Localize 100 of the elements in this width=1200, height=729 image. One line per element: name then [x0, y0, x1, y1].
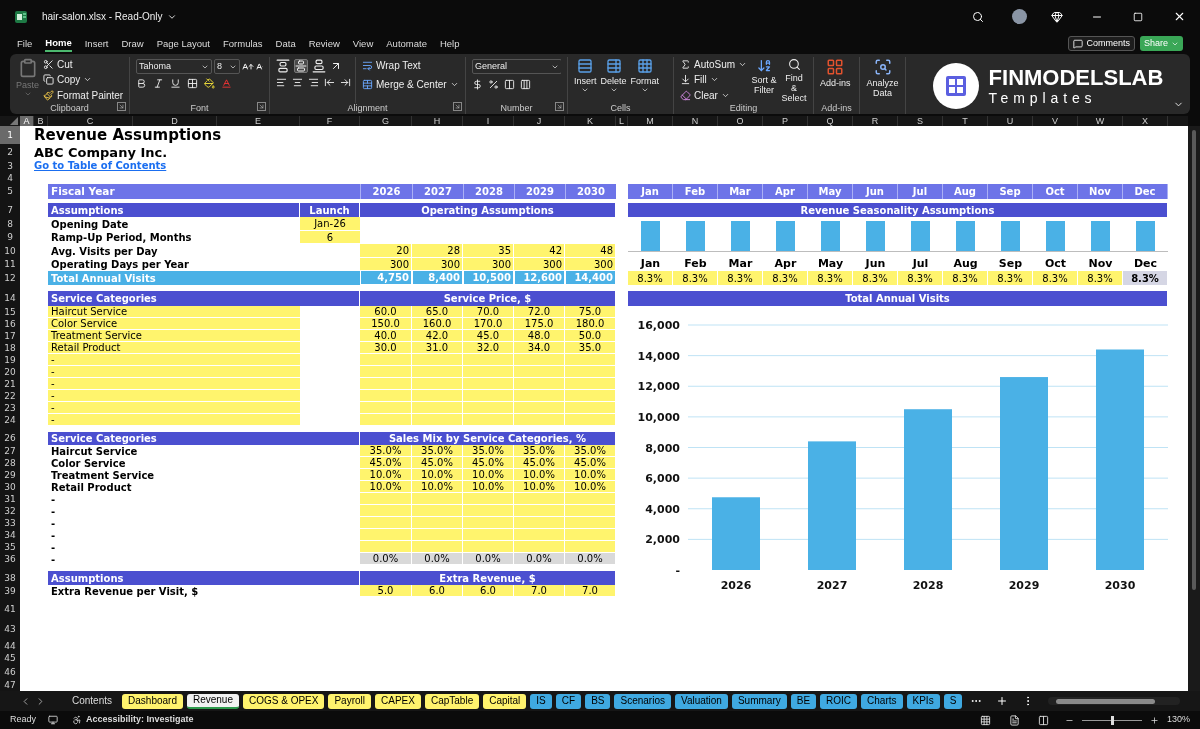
page-layout-icon[interactable] [1008, 714, 1020, 726]
search-icon[interactable] [972, 10, 984, 23]
menu-tab[interactable]: Data [275, 35, 296, 52]
avatar-icon[interactable] [1012, 9, 1027, 24]
horizontal-scrollbar[interactable] [1048, 697, 1180, 705]
zoom-level[interactable]: 130% [1166, 713, 1190, 727]
row-header[interactable]: 3 [0, 160, 20, 172]
row-header[interactable]: 45 [0, 652, 20, 664]
dialog-launcher-icon[interactable] [555, 102, 564, 111]
sheet-tab[interactable]: CAPEX [375, 693, 421, 709]
row-header[interactable]: 30 [0, 481, 20, 493]
menu-tab[interactable]: Formulas [223, 35, 263, 52]
row-header[interactable]: 11 [0, 258, 20, 271]
row-header[interactable]: 44 [0, 640, 20, 652]
row-header[interactable]: 18 [0, 342, 20, 354]
row-header[interactable]: 5 [0, 184, 20, 199]
row-header[interactable]: 27 [0, 445, 20, 457]
vertical-align-icon[interactable] [276, 59, 290, 73]
autosum-button[interactable]: AutoSum [680, 57, 748, 73]
sheet-tab[interactable]: Scenarios [614, 693, 671, 709]
sheet-tab[interactable]: CapTable [424, 693, 480, 709]
font-size-select[interactable]: 8 [214, 59, 240, 74]
sheet-tab[interactable]: Valuation [674, 693, 728, 709]
dialog-launcher-icon[interactable] [117, 102, 126, 111]
cells-button[interactable]: Format [630, 57, 660, 103]
page-break-icon[interactable] [1037, 714, 1049, 726]
number-format-select[interactable]: General [472, 59, 561, 74]
zoom-in-icon[interactable] [1149, 715, 1159, 725]
sheet-tab[interactable]: Summary [731, 693, 787, 709]
close-icon[interactable] [1173, 10, 1186, 23]
contents-link[interactable]: Go to Table of Contents [34, 160, 616, 172]
row-header[interactable]: 33 [0, 517, 20, 529]
dialog-launcher-icon[interactable] [453, 102, 462, 111]
row-header[interactable]: 20 [0, 366, 20, 378]
row-header[interactable]: 34 [0, 529, 20, 541]
sheet-tab[interactable]: CF [555, 693, 582, 709]
sheet-tab[interactable]: Dashboard [122, 693, 183, 709]
row-header[interactable]: 31 [0, 493, 20, 505]
row-header[interactable]: 28 [0, 457, 20, 469]
find-select-button[interactable]: Find & Select [781, 57, 807, 103]
sort-filter-button[interactable]: Sort & Filter [751, 57, 778, 103]
vertical-scrollbar[interactable] [1188, 126, 1200, 691]
row-header[interactable]: 36 [0, 553, 20, 565]
row-header[interactable]: 46 [0, 664, 20, 680]
sheet-tab[interactable]: ROIC [820, 693, 858, 709]
row-header[interactable]: 41 [0, 601, 20, 618]
row-header[interactable]: 26 [0, 432, 20, 445]
row-header[interactable]: 23 [0, 402, 20, 414]
macro-icon[interactable] [48, 715, 58, 725]
row-header[interactable]: 22 [0, 390, 20, 402]
zoom-thumb[interactable] [1110, 715, 1114, 725]
row-header[interactable]: 8 [0, 217, 20, 231]
font-family-select[interactable]: Tahoma [136, 59, 212, 74]
row-header[interactable]: 38 [0, 571, 20, 585]
sheet-tab[interactable]: S [943, 693, 963, 709]
menu-tab[interactable]: Page Layout [156, 35, 210, 52]
comments-button[interactable]: Comments [1068, 36, 1135, 51]
add-sheet-icon[interactable] [996, 695, 1009, 707]
menu-tab[interactable]: Help [439, 35, 460, 52]
fill-button[interactable]: Fill [680, 72, 748, 88]
cut-button[interactable]: Cut [43, 57, 123, 73]
menu-tab[interactable]: File [17, 35, 33, 52]
sheet-tab[interactable]: Contents [66, 693, 119, 709]
sheet-tab[interactable]: COGS & OPEX [243, 693, 325, 709]
row-header[interactable]: 16 [0, 318, 20, 330]
clear-button[interactable]: Clear [680, 87, 748, 103]
row-header[interactable]: 32 [0, 505, 20, 517]
menu-tab[interactable]: Review [308, 35, 340, 52]
row-header[interactable]: 7 [0, 203, 20, 217]
row-header[interactable]: 10 [0, 244, 20, 258]
cells-button[interactable]: Delete [600, 57, 627, 103]
row-header[interactable]: 24 [0, 414, 20, 426]
menu-tab[interactable]: Automate [386, 35, 427, 52]
sheet-tab[interactable]: BS [585, 693, 611, 709]
sheet-tab[interactable]: Revenue [186, 693, 239, 709]
sheet-tab[interactable]: KPIs [906, 693, 940, 709]
sheet-tab[interactable]: Capital [483, 693, 527, 709]
menu-tab[interactable]: Insert [84, 35, 109, 52]
row-header[interactable]: 2 [0, 144, 20, 160]
dialog-launcher-icon[interactable] [257, 102, 266, 111]
sheet-tab[interactable]: Payroll [328, 693, 372, 709]
normal-view-icon[interactable] [979, 714, 991, 726]
row-header[interactable]: 43 [0, 618, 20, 640]
add-ins-button[interactable]: Add-ins [820, 57, 851, 103]
row-header[interactable]: 15 [0, 306, 20, 318]
row-header[interactable]: 17 [0, 330, 20, 342]
row-header[interactable]: 39 [0, 585, 20, 597]
sheet-tab[interactable]: BE [790, 693, 817, 709]
menu-tab[interactable]: Draw [121, 35, 144, 52]
menu-tab[interactable]: Home [45, 35, 72, 52]
row-header[interactable]: 1 [0, 126, 20, 144]
accessibility-status[interactable]: Accessibility: Investigate [86, 713, 194, 727]
sheet-tab[interactable]: Charts [861, 693, 903, 709]
menu-tab[interactable]: View [352, 35, 374, 52]
row-header[interactable]: 35 [0, 541, 20, 553]
cells-button[interactable]: Insert [574, 57, 597, 103]
row-header[interactable]: 21 [0, 378, 20, 390]
row-header[interactable]: 9 [0, 231, 20, 244]
restore-icon[interactable] [1133, 11, 1143, 22]
format-painter-button[interactable]: Format Painter [43, 87, 123, 103]
